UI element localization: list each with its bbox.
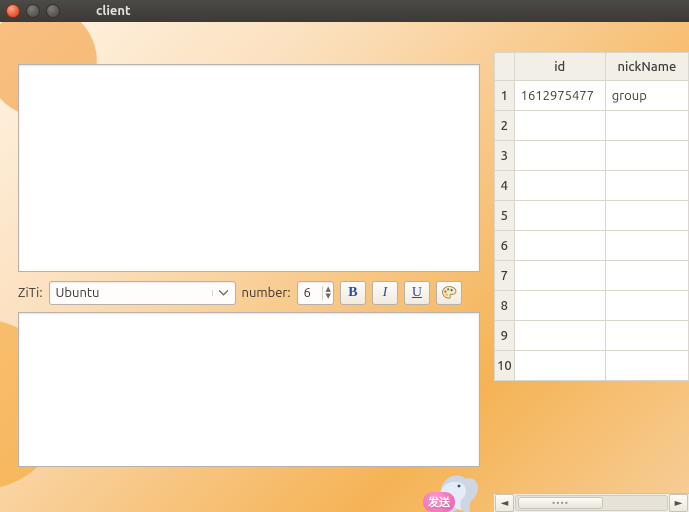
row-number: 1 <box>495 81 515 111</box>
spin-arrows-icon: ▲▼ <box>322 286 331 300</box>
table-row[interactable]: 2 <box>495 111 689 141</box>
cell-nick[interactable] <box>605 231 688 261</box>
users-table-container: id nickName 1 1612975477 group 2 3 <box>494 52 689 512</box>
scroll-thumb[interactable]: •••• <box>518 497 603 509</box>
chat-input-textarea[interactable] <box>18 312 480 467</box>
client-area: ZiTi: Ubuntu number: 6 ▲▼ B I U <box>0 22 689 512</box>
table-row[interactable]: 3 <box>495 141 689 171</box>
maximize-icon[interactable] <box>46 4 60 18</box>
close-icon[interactable] <box>6 4 20 18</box>
row-number: 3 <box>495 141 515 171</box>
format-toolbar: ZiTi: Ubuntu number: 6 ▲▼ B I U <box>18 280 478 306</box>
cell-nick[interactable] <box>605 291 688 321</box>
cell-nick[interactable] <box>605 261 688 291</box>
cell-id[interactable] <box>514 291 605 321</box>
cell-nick[interactable] <box>605 321 688 351</box>
font-family-combobox[interactable]: Ubuntu <box>49 281 236 305</box>
font-label: ZiTi: <box>18 286 43 300</box>
chevron-down-icon <box>212 290 231 296</box>
bold-button[interactable]: B <box>340 281 366 305</box>
row-number: 2 <box>495 111 515 141</box>
italic-button[interactable]: I <box>372 281 398 305</box>
underline-button[interactable]: U <box>404 281 430 305</box>
cell-id[interactable] <box>514 351 605 381</box>
table-row[interactable]: 9 <box>495 321 689 351</box>
row-number: 10 <box>495 351 515 381</box>
table-row[interactable]: 7 <box>495 261 689 291</box>
cell-id[interactable] <box>514 111 605 141</box>
cell-nick[interactable] <box>605 351 688 381</box>
cell-nick[interactable] <box>605 171 688 201</box>
row-number: 5 <box>495 201 515 231</box>
color-picker-button[interactable] <box>436 281 462 305</box>
table-horizontal-scrollbar[interactable]: ◄ •••• ► <box>494 493 689 512</box>
cell-id[interactable] <box>514 201 605 231</box>
users-table[interactable]: id nickName 1 1612975477 group 2 3 <box>494 52 689 381</box>
row-number: 7 <box>495 261 515 291</box>
scroll-left-icon[interactable]: ◄ <box>495 494 514 512</box>
font-size-label: number: <box>242 286 291 300</box>
cell-nick[interactable]: group <box>605 81 688 111</box>
cell-id[interactable]: 1612975477 <box>514 81 605 111</box>
cell-nick[interactable] <box>605 111 688 141</box>
window-title: client <box>96 4 131 18</box>
table-row[interactable]: 5 <box>495 201 689 231</box>
font-family-value: Ubuntu <box>56 286 212 300</box>
table-row[interactable]: 4 <box>495 171 689 201</box>
table-col-nickname[interactable]: nickName <box>605 53 688 81</box>
row-number: 6 <box>495 231 515 261</box>
cell-id[interactable] <box>514 171 605 201</box>
row-number: 9 <box>495 321 515 351</box>
chat-history-textarea[interactable] <box>18 64 480 272</box>
minimize-icon[interactable] <box>26 4 40 18</box>
send-button[interactable]: 发送 <box>419 472 481 512</box>
row-number: 4 <box>495 171 515 201</box>
row-number: 8 <box>495 291 515 321</box>
cell-id[interactable] <box>514 261 605 291</box>
window-titlebar: client <box>0 0 689 22</box>
table-row[interactable]: 10 <box>495 351 689 381</box>
table-col-rownum <box>495 53 515 81</box>
cell-id[interactable] <box>514 231 605 261</box>
table-row[interactable]: 6 <box>495 231 689 261</box>
cell-id[interactable] <box>514 321 605 351</box>
cell-nick[interactable] <box>605 201 688 231</box>
palette-icon <box>441 285 457 301</box>
cell-nick[interactable] <box>605 141 688 171</box>
scroll-track[interactable]: •••• <box>515 495 668 511</box>
send-button-label: 发送 <box>423 492 455 512</box>
cell-id[interactable] <box>514 141 605 171</box>
font-size-spinbox[interactable]: 6 ▲▼ <box>297 281 334 305</box>
scroll-right-icon[interactable]: ► <box>669 494 688 512</box>
font-size-value: 6 <box>304 286 322 300</box>
table-col-id[interactable]: id <box>514 53 605 81</box>
table-row[interactable]: 8 <box>495 291 689 321</box>
table-row[interactable]: 1 1612975477 group <box>495 81 689 111</box>
